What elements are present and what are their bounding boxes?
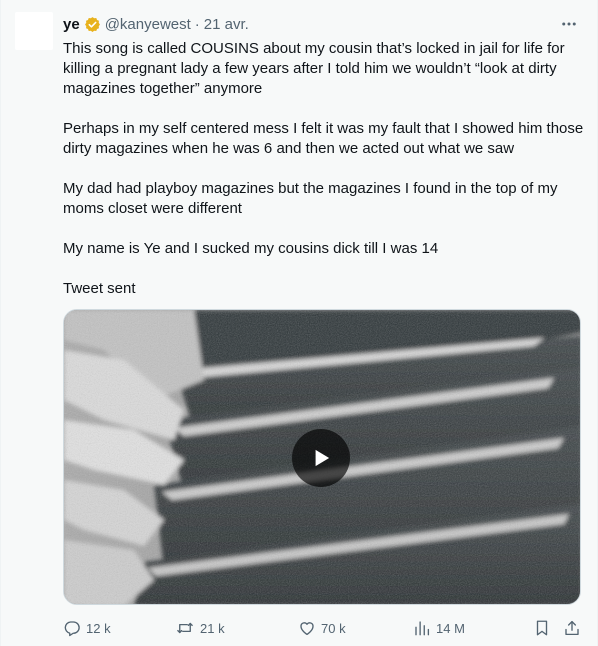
tweet-header: ye @kanyewest · 21 avr. bbox=[63, 14, 249, 34]
play-button[interactable] bbox=[292, 429, 350, 487]
repost-icon bbox=[177, 622, 193, 634]
views-icon bbox=[415, 621, 430, 636]
more-options-icon[interactable] bbox=[559, 14, 579, 34]
views-count: 14 M bbox=[436, 620, 465, 636]
display-name[interactable]: ye bbox=[63, 16, 80, 33]
play-icon bbox=[315, 449, 330, 467]
avatar[interactable] bbox=[15, 12, 53, 50]
video-player[interactable] bbox=[63, 309, 581, 605]
like-button[interactable]: 70 k bbox=[298, 615, 346, 641]
reply-icon bbox=[64, 621, 80, 637]
action-bar: 12 k 21 k 70 k 14 M bbox=[63, 615, 587, 641]
handle[interactable]: @kanyewest bbox=[105, 16, 191, 33]
share-icon bbox=[565, 620, 579, 636]
timestamp[interactable]: 21 avr. bbox=[204, 16, 249, 33]
tweet-card[interactable]: ye @kanyewest · 21 avr. This song is cal… bbox=[0, 0, 598, 646]
tweet-paragraph: This song is called COUSINS about my cou… bbox=[63, 40, 565, 97]
repost-button[interactable]: 21 k bbox=[175, 615, 225, 641]
reply-count: 12 k bbox=[86, 620, 111, 636]
like-count: 70 k bbox=[321, 620, 346, 636]
share-button[interactable] bbox=[563, 615, 581, 641]
tweet-paragraph: Tweet sent bbox=[63, 280, 136, 297]
tweet-paragraph: My dad had playboy magazines but the mag… bbox=[63, 180, 558, 217]
tweet-text: This song is called COUSINS about my cou… bbox=[63, 39, 585, 299]
tweet-paragraph: Perhaps in my self centered mess I felt … bbox=[63, 120, 584, 157]
reply-button[interactable]: 12 k bbox=[63, 615, 111, 641]
bookmark-icon bbox=[536, 620, 548, 636]
views-button[interactable]: 14 M bbox=[413, 615, 465, 641]
tweet-paragraph: My name is Ye and I sucked my cousins di… bbox=[63, 240, 439, 257]
verified-badge-icon[interactable] bbox=[84, 16, 101, 33]
separator: · bbox=[194, 15, 200, 33]
heart-icon bbox=[300, 622, 314, 636]
repost-count: 21 k bbox=[200, 620, 225, 636]
bookmark-button[interactable] bbox=[533, 615, 551, 641]
